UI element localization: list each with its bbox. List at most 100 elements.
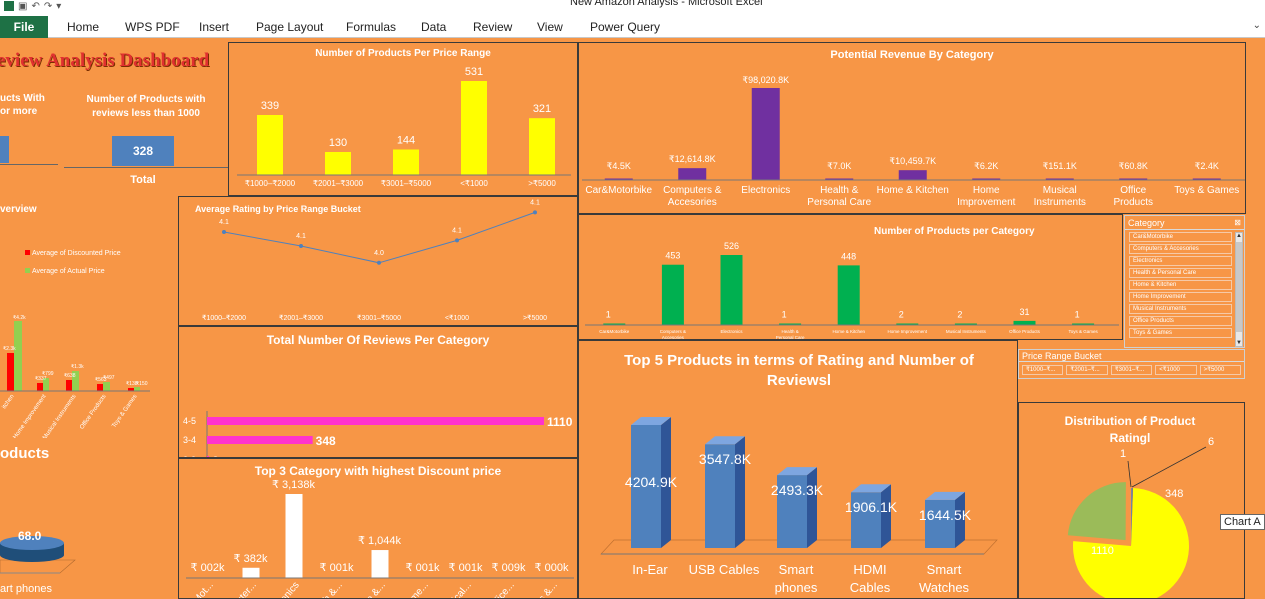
rating-cat-0: ₹1000–₹2000 bbox=[202, 314, 246, 322]
file-tab[interactable]: File bbox=[0, 16, 48, 38]
excel-window: ▣ ↶ ↷ ▾ New Amazon Analysis - Microsoft … bbox=[0, 0, 1265, 599]
bucket-item-over-5000[interactable]: >₹5000 bbox=[1199, 365, 1242, 375]
ppc-bar-4 bbox=[837, 265, 860, 325]
ppc-cat-7: Office Products bbox=[1009, 329, 1040, 334]
discount-label-4: ₹ 1,044k bbox=[358, 535, 402, 547]
price-bucket-slicer-header: Price Range Bucket bbox=[1019, 350, 1244, 362]
kpi-left-bar bbox=[0, 136, 9, 163]
ppc-bar-2 bbox=[720, 255, 743, 325]
kpi-left-card[interactable]: ucts With or more bbox=[0, 88, 58, 193]
slicer-item-home-kitchen[interactable]: Home & Kitchen bbox=[1129, 280, 1232, 290]
rating-label-1: 4.1 bbox=[296, 233, 306, 240]
scroll-up-icon[interactable]: ▲ bbox=[1236, 233, 1242, 239]
price-range-chart: 339 ₹1000–₹2000 130 ₹2001–₹3000 144 ₹3001–₹50… bbox=[237, 66, 571, 188]
dist-label-3: 1 bbox=[1120, 448, 1126, 460]
products-per-category-chart: 1 Car&Motorbike 453 Computers & Accesories 52… bbox=[585, 241, 1119, 339]
tab-page-layout[interactable]: Page Layout bbox=[256, 20, 323, 34]
top5-cat-0: In-Ear bbox=[632, 562, 668, 577]
slicer-item-musical[interactable]: Musical Instruments bbox=[1129, 304, 1232, 314]
reviews-chart-panel[interactable]: Total Number Of Reviews Per Category 111… bbox=[178, 326, 578, 458]
rating-point-1 bbox=[299, 244, 303, 248]
rating-label-2: 4.0 bbox=[374, 250, 384, 257]
ppc-cat-4: Home & Kitchen bbox=[832, 329, 865, 334]
price-overview-panel[interactable]: verview Average of Discounted Price Aver… bbox=[0, 196, 178, 438]
rating-point-4 bbox=[533, 210, 537, 215]
customize-qat-icon[interactable]: ▾ bbox=[56, 1, 61, 12]
discount-label-1: ₹ 382k bbox=[234, 553, 268, 565]
title-bar: ▣ ↶ ↷ ▾ New Amazon Analysis - Microsoft … bbox=[0, 0, 1265, 16]
category-slicer-title: Category bbox=[1128, 217, 1165, 228]
redo-icon[interactable]: ↷ bbox=[44, 1, 52, 12]
revenue-chart: ₹4.5K Car&Motorbike ₹12,614.8K Computers & A… bbox=[582, 75, 1245, 208]
products-cylinder-panel[interactable]: oducts 68.0 art phones bbox=[0, 440, 178, 599]
bucket-item-2001[interactable]: ₹2001–₹... bbox=[1066, 365, 1108, 375]
slicer-scrollbar[interactable]: ▲ ▼ bbox=[1235, 232, 1243, 347]
ppc-value-5: 2 bbox=[899, 310, 904, 320]
revenue-label-5: ₹6.2K bbox=[974, 161, 998, 171]
ppc-value-3: 1 bbox=[782, 310, 787, 320]
overview-cat-4: Toys & Games bbox=[111, 394, 138, 429]
overview-cat-3: Office Products bbox=[79, 394, 107, 431]
tab-data[interactable]: Data bbox=[421, 20, 446, 34]
tab-home[interactable]: Home bbox=[67, 20, 99, 34]
collapse-ribbon-icon[interactable]: ⌄ bbox=[1253, 20, 1261, 31]
slicer-item-toys[interactable]: Toys & Games bbox=[1129, 328, 1232, 338]
bucket-item-3001[interactable]: ₹3001–₹... bbox=[1110, 365, 1153, 375]
top5-cat-4: Smart Watches bbox=[919, 562, 970, 595]
category-slicer[interactable]: Category ⊠ Car&Motorbike Computers & Acce… bbox=[1124, 215, 1245, 348]
tab-formulas[interactable]: Formulas bbox=[346, 20, 396, 34]
discount-cat-1: Computer... bbox=[217, 580, 259, 599]
price-bucket-slicer[interactable]: Price Range Bucket ₹1000–₹... ₹2001–₹...… bbox=[1018, 349, 1245, 379]
kpi-right-axis bbox=[64, 167, 228, 168]
rating-point-2 bbox=[377, 260, 381, 265]
kpi-right-card[interactable]: Number of Products with reviews less tha… bbox=[64, 88, 228, 193]
bucket-item-under-1000[interactable]: <₹1000 bbox=[1155, 365, 1197, 375]
slicer-item-health[interactable]: Health & Personal Care bbox=[1129, 268, 1232, 278]
slicer-item-home-improvement[interactable]: Home Improvement bbox=[1129, 292, 1232, 302]
top5-cat-2: Smart phones bbox=[775, 562, 818, 595]
dist-leader-3 bbox=[1127, 460, 1132, 488]
avg-rating-chart-panel[interactable]: Average Rating by Price Range Bucket 4.1… bbox=[178, 196, 578, 326]
tab-wps-pdf[interactable]: WPS PDF bbox=[125, 20, 180, 34]
dashboard-title: eview Analysis Dashboard bbox=[0, 50, 210, 71]
rating-label-3: 4.1 bbox=[452, 227, 462, 234]
reviews-value-1: 348 bbox=[316, 434, 336, 448]
products-per-category-panel[interactable]: Number of Products per Category 1 Car&Mot… bbox=[578, 214, 1123, 340]
price-range-chart-panel[interactable]: Number of Products Per Price Range 339 ₹1… bbox=[228, 42, 578, 196]
overview-chart: ₹4.2k ₹2.3k ₹799 ₹337 ₹1.3k ₹638 ₹563 ₹4… bbox=[0, 315, 150, 438]
revenue-chart-panel[interactable]: Potential Revenue By Category ₹4.5K Car&M… bbox=[578, 42, 1246, 214]
tab-review[interactable]: Review bbox=[473, 20, 512, 34]
ppc-value-2: 526 bbox=[724, 241, 739, 251]
slicer-item-car-motorbike[interactable]: Car&Motorbike bbox=[1129, 232, 1232, 242]
cylinder-floor bbox=[0, 559, 76, 574]
undo-icon[interactable]: ↶ bbox=[31, 1, 39, 12]
top5-products-panel[interactable]: Top 5 Products in terms of Rating and Nu… bbox=[578, 340, 1018, 599]
slicer-item-computers[interactable]: Computers & Accesories bbox=[1129, 244, 1232, 254]
dist-leader-2 bbox=[1131, 446, 1207, 488]
distribution-panel[interactable]: Distribution of Product Ratingl 1110 348 6… bbox=[1018, 402, 1245, 599]
discount-bar-1 bbox=[242, 567, 260, 578]
revenue-cat-2: Electronics bbox=[741, 185, 790, 196]
tab-power-query[interactable]: Power Query bbox=[590, 20, 660, 34]
revenue-cat-0: Car&Motorbike bbox=[585, 185, 652, 196]
slicer-item-electronics[interactable]: Electronics bbox=[1129, 256, 1232, 266]
price-cat-2: ₹3001–₹5000 bbox=[381, 179, 432, 188]
tab-insert[interactable]: Insert bbox=[199, 20, 229, 34]
overview-cat-1: Home Improvement bbox=[13, 393, 48, 438]
window-title: New Amazon Analysis - Microsoft Excel bbox=[570, 0, 763, 8]
clear-filter-icon[interactable]: ⊠ bbox=[1234, 218, 1241, 227]
bar-act-office bbox=[103, 382, 110, 391]
kpi-left-label: ucts With or more bbox=[0, 93, 45, 117]
tab-view[interactable]: View bbox=[537, 20, 563, 34]
scroll-down-icon[interactable]: ▼ bbox=[1236, 340, 1242, 346]
revenue-cat-8: Toys & Games bbox=[1174, 185, 1239, 196]
scroll-thumb[interactable] bbox=[1236, 242, 1242, 332]
excel-logo-icon[interactable] bbox=[4, 1, 14, 11]
ppc-value-4: 448 bbox=[841, 251, 856, 261]
bucket-item-1000[interactable]: ₹1000–₹... bbox=[1022, 365, 1064, 375]
slicer-item-office[interactable]: Office Products bbox=[1129, 316, 1232, 326]
top3-discount-panel[interactable]: Top 3 Category with highest Discount pri… bbox=[178, 458, 578, 599]
discount-cat-0: Car&Mot... bbox=[179, 580, 216, 599]
save-icon[interactable]: ▣ bbox=[18, 1, 27, 12]
revenue-label-0: ₹4.5K bbox=[607, 161, 631, 171]
